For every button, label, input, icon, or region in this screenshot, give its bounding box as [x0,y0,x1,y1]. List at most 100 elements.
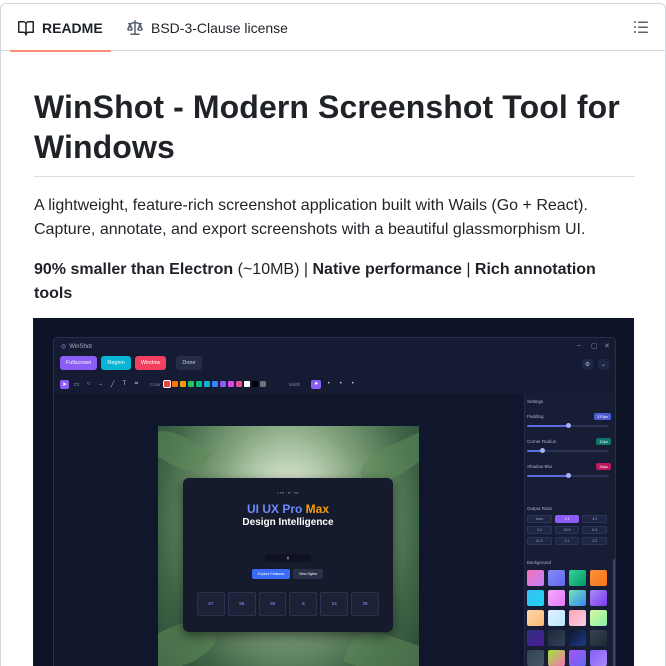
preview-command-pill: ▮ [265,554,311,562]
outline-menu-button[interactable] [633,19,649,35]
preview-description [223,533,353,545]
annotation-toolbar: ➤ ▭ ○ → ╱ T ⌗ Color Width ● • • • [58,377,518,391]
color-swatch[interactable] [219,381,226,387]
color-swatch[interactable] [211,381,218,387]
background-swatch[interactable] [527,610,544,626]
corner-radius-slider[interactable] [527,448,609,453]
color-label: Color [150,381,161,387]
background-swatch[interactable] [590,590,607,606]
background-swatch[interactable] [548,630,565,646]
ratio-option[interactable]: 2:3 [582,537,607,545]
ratio-option[interactable]: Auto [527,515,552,523]
book-icon [18,20,34,36]
highlight-separator: | [461,261,475,278]
capture-mode-button[interactable]: Region [101,356,131,370]
preview-primary-button: Explore Features [252,569,290,579]
line-tool-icon: ╱ [110,381,115,388]
chevron-down-icon: ⌄ [598,359,609,370]
capture-mode-button[interactable]: Window [134,356,167,370]
highlight-size: 90% smaller than Electron [34,261,234,278]
background-swatch[interactable] [569,630,586,646]
output-ratio-grid: Auto 1:1 4:3 3:2 16:9 5:4 21:9 2:1 2:3 [527,515,607,545]
background-swatch[interactable] [590,650,607,666]
done-button[interactable]: Done [176,356,202,370]
captured-image: ▪ ▪▪▪ · ▪▪ · ▪▪▪ UI UX Pro Max Design In… [158,426,419,666]
padding-label: Padding [527,414,544,419]
padding-slider[interactable] [527,423,609,428]
tab-license[interactable]: BSD-3-Clause license [119,4,296,51]
color-swatch[interactable] [187,381,194,387]
background-swatch[interactable] [527,650,544,666]
background-swatch[interactable] [548,610,565,626]
minimize-icon: – [577,342,581,349]
color-swatch[interactable] [162,380,171,388]
screenshot-titlebar: ◎ WinShot – ▢ ✕ [54,338,615,355]
color-swatch[interactable] [171,381,178,387]
preview-stat: 96 [227,592,256,616]
page-title: WinShot - Modern Screenshot Tool for Win… [34,87,635,177]
background-swatch[interactable] [569,570,586,586]
background-swatch[interactable] [527,630,544,646]
preview-stat: 57 [197,592,225,616]
preview-secondary-button: View Styles [293,569,323,579]
ratio-option[interactable]: 2:1 [554,537,580,545]
ratio-option[interactable]: 21:9 [527,537,552,545]
preview-stat: 98 [258,592,287,616]
padding-row: Padding 370px [527,413,611,420]
color-swatch[interactable] [195,381,202,387]
color-palette [162,380,266,388]
highlight-performance: Native performance [312,261,462,278]
background-grid [527,570,607,666]
shadow-blur-row: Shadow Blur 34px [527,463,611,470]
color-swatch[interactable] [203,381,210,387]
background-swatch[interactable] [548,650,565,666]
settings-panel: Settings Padding 370px Corner Radius 12p… [524,394,615,666]
tab-license-label: BSD-3-Clause license [151,19,288,36]
settings-scrollbar[interactable] [613,559,615,666]
color-swatch[interactable] [259,381,266,387]
output-ratio-label: Output Ratio [527,506,553,511]
background-swatch[interactable] [590,630,607,646]
close-icon: ✕ [604,343,610,350]
background-swatch[interactable] [527,590,544,606]
ratio-option[interactable]: 3:2 [527,526,552,534]
app-title: WinShot [69,343,92,350]
readme-tabbar: README BSD-3-Clause license [1,4,665,52]
app-screenshot-image: ◎ WinShot – ▢ ✕ Fullscreen Region Window Do… [33,318,634,666]
preview-subtitle: Design Intelligence [242,517,334,528]
capture-mode-bar: Fullscreen Region Window Done [60,356,202,372]
color-swatch[interactable] [235,381,242,387]
corner-radius-value: 12px [596,438,611,445]
ratio-option[interactable]: 1:1 [554,515,580,523]
ratio-option[interactable]: 16:9 [554,526,580,534]
background-swatch[interactable] [569,610,586,626]
background-label: Background [527,560,552,565]
color-swatch[interactable] [251,381,258,387]
background-swatch[interactable] [548,590,565,606]
ellipse-tool-icon: ○ [86,381,91,387]
settings-heading: Settings [527,399,544,404]
padding-value: 370px [594,413,611,420]
background-swatch[interactable] [569,650,586,666]
ratio-option[interactable]: 4:3 [582,515,607,523]
capture-canvas: ▪ ▪▪▪ · ▪▪ · ▪▪▪ UI UX Pro Max Design In… [54,394,524,666]
background-swatch[interactable] [590,570,607,586]
background-swatch[interactable] [527,570,544,586]
rectangle-tool-icon: ▭ [73,381,80,388]
color-swatch[interactable] [243,381,250,387]
capture-mode-button[interactable]: Fullscreen [60,356,98,370]
background-swatch[interactable] [548,570,565,586]
crop-tool-icon: ⌗ [134,380,139,387]
shadow-blur-label: Shadow Blur [527,464,553,469]
shadow-blur-slider[interactable] [527,473,609,478]
color-swatch[interactable] [227,381,234,387]
background-swatch[interactable] [569,590,586,606]
ratio-option[interactable]: 5:4 [582,526,607,534]
tab-readme[interactable]: README [10,4,111,52]
color-swatch[interactable] [179,381,186,387]
app-logo-icon: ◎ [61,344,67,350]
arrow-tool-icon: → [97,381,104,387]
background-swatch[interactable] [590,610,607,626]
corner-radius-label: Corner Radius [527,439,557,444]
preview-stat: 8 [289,592,318,616]
